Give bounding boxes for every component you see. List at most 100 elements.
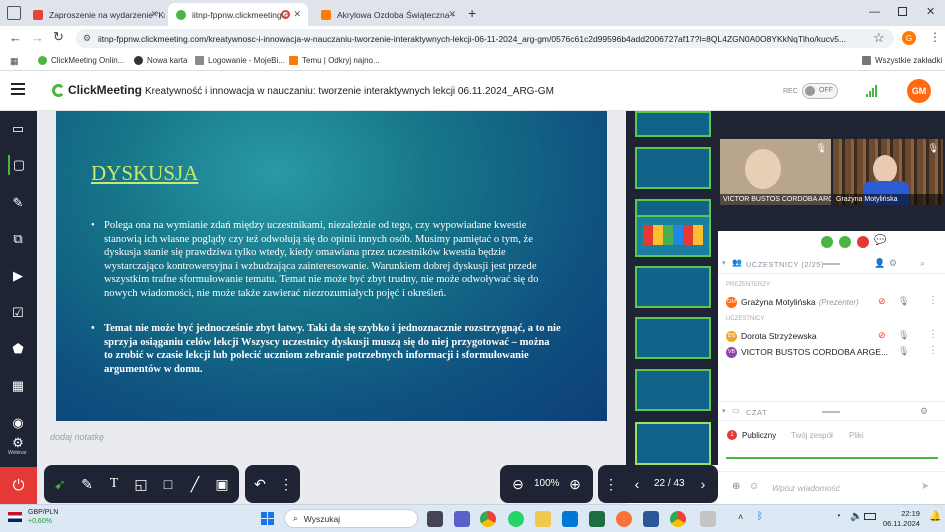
screen-share-icon[interactable]: ⧉ xyxy=(8,229,28,249)
settings-gear-icon[interactable]: ⚙ xyxy=(889,235,898,246)
image-tool-icon[interactable]: ▣ xyxy=(212,474,232,494)
camera-icon[interactable]: ▭ xyxy=(8,119,28,139)
drag-handle-icon[interactable] xyxy=(822,263,840,265)
task-view-icon[interactable] xyxy=(427,511,443,527)
browser-tab-temu[interactable]: Akrylowa Ozdoba Świąteczna - ✕ xyxy=(313,3,463,26)
broadcast-icon[interactable]: ◉ xyxy=(8,413,28,433)
reload-icon[interactable]: ↻ xyxy=(53,29,64,45)
close-tab-icon[interactable]: ✕ xyxy=(293,9,301,20)
folder-icon[interactable]: ▢ xyxy=(8,155,28,175)
chat-tab-files[interactable]: Pliki xyxy=(849,431,864,440)
search-icon[interactable]: ⌕ xyxy=(920,258,926,269)
popout-icon[interactable]: ⧉ xyxy=(905,235,912,246)
hamburger-menu-icon[interactable] xyxy=(11,83,25,95)
mic-toggle-icon[interactable] xyxy=(839,236,851,248)
excel-icon[interactable] xyxy=(589,511,605,527)
browser-tab-clickmeeting[interactable]: iitnp-fppnw.clickmeeting.c ✕ xyxy=(168,3,308,26)
slide-thumbnail[interactable] xyxy=(635,317,711,359)
slide-thumbnail[interactable] xyxy=(635,369,711,411)
slide-thumbnail[interactable] xyxy=(635,147,711,189)
chat-bubble-icon[interactable]: 💬 xyxy=(874,235,886,246)
add-attachment-icon[interactable]: ⊕ xyxy=(732,481,740,492)
camera-toggle-icon[interactable] xyxy=(821,236,833,248)
survey-icon[interactable]: ☑ xyxy=(8,303,28,323)
zoom-out-icon[interactable]: ⊖ xyxy=(508,474,528,494)
chat-input[interactable]: Wpisz wiadomość xyxy=(772,483,840,493)
zoom-in-icon[interactable]: ⊕ xyxy=(565,474,585,494)
apps-grid-icon[interactable]: ▦ xyxy=(10,56,19,67)
bookmark-new-tab[interactable]: Nowa karta xyxy=(134,56,187,65)
chrome-icon[interactable] xyxy=(480,511,496,527)
end-session-button[interactable]: ⏻ xyxy=(0,467,37,504)
browser-menu-icon[interactable]: ⋮ xyxy=(929,30,941,44)
bookmark-temu[interactable]: Temu | Odkryj najno... xyxy=(289,56,380,65)
network-icon[interactable]: ◔ xyxy=(835,511,841,522)
apps-icon[interactable]: ▦ xyxy=(8,376,28,396)
more-options-icon[interactable]: ⋮ xyxy=(928,295,938,306)
slide-options-icon[interactable]: ⋮ xyxy=(601,474,621,494)
drag-handle-icon[interactable] xyxy=(822,411,840,413)
whiteboard-icon[interactable]: ✎ xyxy=(8,193,28,213)
maximize-window-icon[interactable] xyxy=(898,7,907,16)
more-options-icon[interactable]: ⋮ xyxy=(928,345,938,356)
browser-tab-invitation[interactable]: Zaproszenie na wydarzenie "Kre ✕ xyxy=(25,3,165,26)
app-icon[interactable] xyxy=(700,511,716,527)
mic-icon[interactable]: 🎙 xyxy=(898,346,909,357)
new-tab-button[interactable]: + xyxy=(468,5,476,21)
video-file-icon[interactable]: ▶ xyxy=(8,266,28,286)
mic-icon[interactable]: 🎙 xyxy=(898,296,909,307)
close-tab-icon[interactable]: ✕ xyxy=(448,9,456,20)
rec-toggle[interactable]: OFF xyxy=(802,83,838,99)
chat-tab-public[interactable]: 1 Publiczny xyxy=(727,430,776,440)
whatsapp-icon[interactable] xyxy=(508,511,524,527)
undo-icon[interactable]: ↶ xyxy=(250,474,270,494)
laser-pointer-icon[interactable]: ➹ xyxy=(50,474,70,494)
bookmark-mojebi[interactable]: Logowanie - MojeBi... xyxy=(195,56,285,65)
collapse-icon[interactable]: ▾ xyxy=(722,407,726,415)
tray-chevron-icon[interactable]: ˄ xyxy=(738,512,743,522)
more-options-icon[interactable]: ⋮ xyxy=(276,474,296,494)
calendar-icon[interactable] xyxy=(562,511,578,527)
back-icon[interactable]: ← xyxy=(9,30,22,45)
site-info-icon[interactable]: ⚙ xyxy=(83,33,91,44)
add-participant-icon[interactable]: 👤 xyxy=(874,258,886,269)
rectangle-icon[interactable]: □ xyxy=(158,474,178,494)
close-window-icon[interactable]: ✕ xyxy=(926,5,935,18)
slide-thumbnail-current[interactable] xyxy=(635,422,711,465)
tab-search-icon[interactable] xyxy=(7,6,21,20)
notifications-icon[interactable]: 🔔 xyxy=(929,511,941,522)
slide-thumbnail[interactable] xyxy=(635,111,711,137)
speaker-toggle-icon[interactable] xyxy=(857,236,869,248)
taskbar-search[interactable]: ⌕ Wyszukaj xyxy=(284,509,418,528)
chrome-active-icon[interactable] xyxy=(670,511,686,527)
sticky-note-icon[interactable]: ◱ xyxy=(131,474,151,494)
pencil-icon[interactable]: ✎ xyxy=(77,474,97,494)
emoji-icon[interactable]: ☺ xyxy=(749,481,759,492)
badge-icon[interactable]: ⬟ xyxy=(8,339,28,359)
start-windows-icon[interactable] xyxy=(261,512,274,525)
text-tool-icon[interactable]: T xyxy=(104,474,124,494)
forward-icon[interactable]: → xyxy=(31,30,44,45)
participant-attendee[interactable]: DS Dorota Strzyżewska ⊘ 🎙 ⋮ xyxy=(726,329,941,343)
participants-settings-icon[interactable]: ⚙ xyxy=(889,258,898,269)
fullscreen-icon[interactable]: ⤢ xyxy=(922,235,930,246)
video-tile-victor[interactable]: 🎙 VICTOR BUSTOS CORDOBA ARG... xyxy=(720,139,831,205)
all-bookmarks[interactable]: Wszystkie zakładki xyxy=(862,56,942,65)
file-explorer-icon[interactable] xyxy=(535,511,551,527)
profile-avatar[interactable]: G xyxy=(902,31,916,45)
previous-slide-icon[interactable]: ‹ xyxy=(627,474,647,494)
close-tab-icon[interactable]: ✕ xyxy=(150,9,158,20)
slide-thumbnail[interactable] xyxy=(635,266,711,308)
volume-icon[interactable]: 🔈 xyxy=(850,511,862,522)
camera-off-icon[interactable]: ⊘ xyxy=(878,296,886,307)
camera-off-icon[interactable]: ⊘ xyxy=(878,330,886,341)
video-tile-grazyna[interactable]: 🎙 Grażyna Motylińska xyxy=(833,139,943,205)
firefox-icon[interactable] xyxy=(616,511,632,527)
url-field[interactable]: ⚙ iitnp-fppnw.clickmeeting.com/kreatywno… xyxy=(76,29,894,48)
slide-thumbnail[interactable] xyxy=(635,215,711,257)
participant-attendee[interactable]: VB VICTOR BUSTOS CORDOBA ARGE... 🎙 ⋮ xyxy=(726,345,941,359)
next-slide-icon[interactable]: › xyxy=(693,474,713,494)
collapse-icon[interactable]: ▾ xyxy=(722,259,726,267)
notes-field[interactable]: dodaj notatkę xyxy=(50,432,104,442)
word-icon[interactable] xyxy=(643,511,659,527)
